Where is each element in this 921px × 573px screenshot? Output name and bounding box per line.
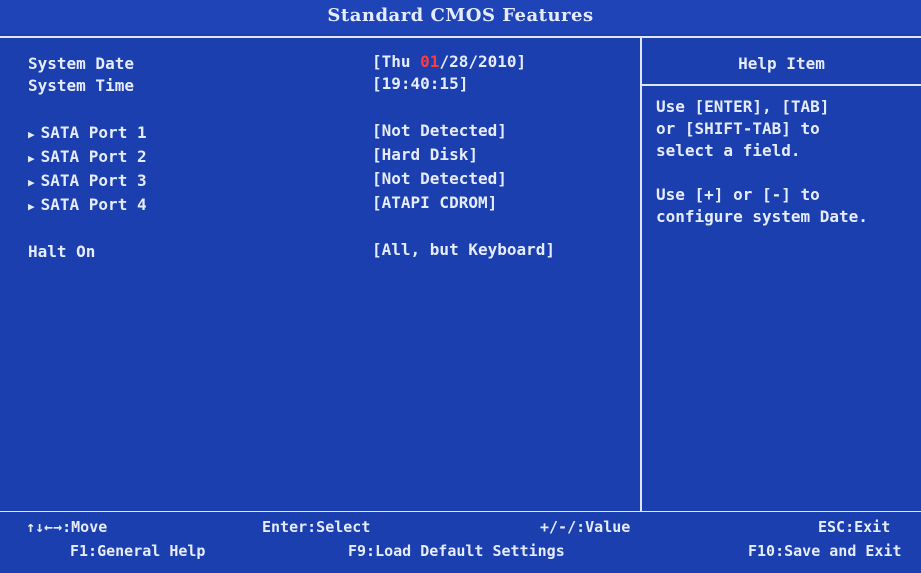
sata-port-2-label: SATA Port 2 bbox=[40, 147, 147, 166]
triangle-right-icon: ▶ bbox=[28, 128, 35, 141]
sata-port-1-label: SATA Port 1 bbox=[40, 123, 147, 142]
system-time-label: System Time bbox=[28, 76, 134, 95]
key-legend: ↑↓←→:Move Enter:Select +/-/:Value ESC:Ex… bbox=[0, 512, 921, 573]
halt-on-value[interactable]: [All, but Keyboard] bbox=[372, 240, 555, 259]
triangle-right-icon: ▶ bbox=[28, 152, 35, 165]
system-date-prefix: [Thu bbox=[372, 52, 421, 71]
top-divider bbox=[0, 36, 921, 38]
system-date-value[interactable]: [Thu 01/28/2010] bbox=[372, 52, 526, 71]
sata-port-4-item[interactable]: ▶ SATA Port 4 bbox=[28, 195, 147, 214]
key-save-exit: F10:Save and Exit bbox=[748, 542, 902, 560]
sata-port-2-item[interactable]: ▶ SATA Port 2 bbox=[28, 147, 147, 166]
key-value: +/-/:Value bbox=[540, 518, 631, 536]
help-text: Use [ENTER], [TAB] or [SHIFT-TAB] to sel… bbox=[656, 97, 868, 226]
triangle-right-icon: ▶ bbox=[28, 176, 35, 189]
sata-port-4-label: SATA Port 4 bbox=[40, 195, 147, 214]
key-load-defaults: F9:Load Default Settings bbox=[348, 542, 565, 560]
page-title: Standard CMOS Features bbox=[327, 5, 594, 26]
sata-port-3-label: SATA Port 3 bbox=[40, 171, 147, 190]
bios-screen: Standard CMOS Features System Date [Thu … bbox=[0, 0, 921, 573]
sata-port-4-value: [ATAPI CDROM] bbox=[372, 193, 498, 212]
triangle-right-icon: ▶ bbox=[28, 200, 35, 213]
system-date-label: System Date bbox=[28, 54, 134, 73]
sata-port-1-item[interactable]: ▶ SATA Port 1 bbox=[28, 123, 147, 142]
system-time-value[interactable]: [19:40:15] bbox=[372, 74, 468, 93]
settings-panel: System Date [Thu 01/28/2010] System Time… bbox=[8, 42, 640, 509]
help-panel: Help Item Use [ENTER], [TAB] or [SHIFT-T… bbox=[642, 42, 921, 509]
sata-port-1-value: [Not Detected] bbox=[372, 121, 507, 140]
key-move: ↑↓←→:Move bbox=[26, 518, 108, 536]
key-general-help: F1:General Help bbox=[70, 542, 206, 560]
key-exit: ESC:Exit bbox=[818, 518, 891, 536]
help-title: Help Item bbox=[738, 54, 825, 73]
halt-on-label: Halt On bbox=[28, 242, 96, 261]
title-bar: Standard CMOS Features bbox=[0, 0, 921, 34]
system-date-suffix: /28/2010] bbox=[439, 52, 527, 71]
sata-port-3-value: [Not Detected] bbox=[372, 169, 507, 188]
key-select: Enter:Select bbox=[262, 518, 371, 536]
sata-port-3-item[interactable]: ▶ SATA Port 3 bbox=[28, 171, 147, 190]
sata-port-2-value: [Hard Disk] bbox=[372, 145, 478, 164]
system-date-month-field[interactable]: 01 bbox=[420, 52, 439, 71]
